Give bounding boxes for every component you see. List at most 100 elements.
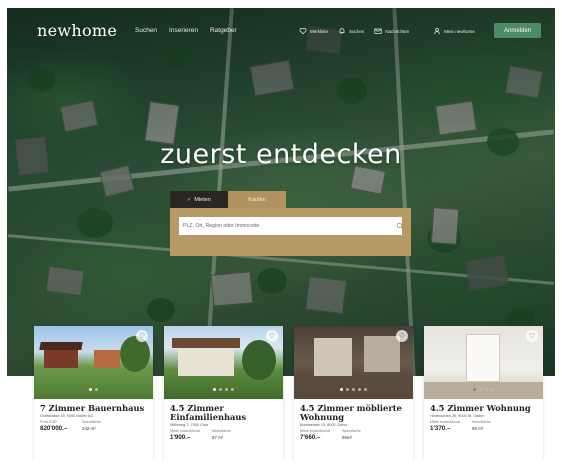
listing-address: Dorfstrasse 15, 9000 Nollen AG (40, 414, 94, 418)
price-value: 820'000.– (40, 425, 68, 432)
area-label: Wohnfläche (342, 429, 361, 433)
tab-mieten[interactable]: ✓ Mieten (170, 191, 228, 208)
heart-icon: ♡ (138, 333, 146, 340)
area-label: Wohnfläche (82, 420, 101, 424)
tab-kaufen[interactable]: Kaufen (228, 191, 286, 208)
price-label: Miete brutto/Monat (430, 420, 460, 424)
carousel-dot[interactable] (485, 388, 488, 391)
carousel-dots (294, 388, 413, 391)
location-search-input[interactable]: PLZ, Ort, Region oder Immocode (179, 217, 402, 235)
listing-photo[interactable]: ♡ (164, 326, 283, 399)
carousel-dot[interactable] (491, 388, 494, 391)
listing-card[interactable]: ♡ 7 Zimmer Bauernhaus Dorfstrasse 15, 90… (34, 326, 153, 460)
area-value: 87 m² (212, 435, 224, 440)
newhome-logo[interactable]: newhome (37, 21, 117, 40)
barn-shape (94, 350, 120, 368)
mail-icon (374, 28, 382, 34)
search-panel: PLZ, Ort, Region oder Immocode (170, 208, 411, 256)
favorite-button[interactable]: ♡ (266, 330, 278, 342)
carousel-dot[interactable] (479, 388, 482, 391)
heart-icon: ♡ (528, 333, 536, 340)
favorite-button[interactable]: ♡ (396, 330, 408, 342)
listing-title[interactable]: 4.5 Zimmer Einfamilienhaus (170, 404, 280, 422)
heart-icon (299, 27, 307, 35)
tab-mieten-label: Mieten (194, 196, 211, 203)
favorite-button[interactable]: ♡ (526, 330, 538, 342)
carousel-dots (164, 388, 283, 391)
carousel-dot[interactable] (364, 388, 367, 391)
roof-shape (172, 338, 240, 348)
listing-card[interactable]: ♡ 4.5 Zimmer möblierte Wohnung Bornweiss… (294, 326, 413, 460)
page-frame: newhome Suchen Inserieren Ratgeber Merkl… (7, 8, 555, 460)
carousel-dot[interactable] (225, 388, 228, 391)
nav-link-inserieren[interactable]: Inserieren (169, 27, 198, 34)
price-value: 7'660.– (300, 434, 321, 441)
user-nav: Merkliste Suchen Nachrichten Mein newhom… (299, 27, 475, 35)
search-tabs: ✓ Mieten Kaufen (170, 191, 286, 208)
carousel-dot[interactable] (352, 388, 355, 391)
listing-photo[interactable]: ♡ (34, 326, 153, 399)
listing-address: Bornweisstr 15, 8002 Zürich (300, 423, 348, 427)
listing-title[interactable]: 7 Zimmer Bauernhaus (40, 404, 150, 413)
area-value: 242 m² (82, 426, 96, 431)
hero-headline: zuerst entdecken (160, 139, 402, 170)
search-icon[interactable] (396, 222, 404, 230)
nav-merkliste[interactable]: Merkliste (299, 27, 328, 35)
hero-aerial-image: newhome Suchen Inserieren Ratgeber Merkl… (7, 8, 555, 376)
carousel-dot[interactable] (213, 388, 216, 391)
login-button[interactable]: Anmelden (494, 23, 541, 38)
doorway-shape (466, 334, 500, 382)
tree-shape (242, 340, 276, 380)
carousel-dot[interactable] (231, 388, 234, 391)
farmhouse-shape (44, 348, 78, 368)
listing-title[interactable]: 4.5 Zimmer möblierte Wohnung (300, 404, 410, 422)
nav-suchen-label: Suchen (349, 28, 365, 34)
carousel-dot[interactable] (340, 388, 343, 391)
nav-mein-newhome[interactable]: Mein newhome (433, 27, 475, 35)
nav-merkliste-label: Merkliste (310, 28, 329, 34)
carousel-dot[interactable] (358, 388, 361, 391)
carousel-dot[interactable] (95, 388, 98, 391)
area-value: 96m² (342, 435, 353, 440)
heart-icon: ♡ (268, 333, 276, 340)
listing-photo[interactable]: ♡ (294, 326, 413, 399)
listing-card[interactable]: ♡ 4.5 Zimmer Einfamilienhaus Mühlweg 7, … (164, 326, 283, 460)
nav-nachrichten[interactable]: Nachrichten (374, 27, 409, 35)
window-shape (364, 336, 400, 372)
nav-link-ratgeber[interactable]: Ratgeber (210, 27, 237, 34)
carousel-dots (424, 388, 543, 391)
listing-title[interactable]: 4.5 Zimmer Wohnung (430, 404, 540, 413)
user-icon (434, 28, 441, 35)
bell-icon (339, 28, 345, 34)
tree-shape (120, 336, 150, 372)
main-nav-links: Suchen Inserieren Ratgeber (135, 27, 237, 34)
window-shape (314, 338, 352, 376)
chalet-shape (178, 346, 234, 376)
heart-icon: ♡ (398, 333, 406, 340)
listing-card[interactable]: ♡ 4.5 Zimmer Wohnung Hinterdorfstr 26, 9… (424, 326, 543, 460)
area-value: 95 m² (472, 426, 484, 431)
top-navigation: newhome Suchen Inserieren Ratgeber Merkl… (7, 8, 555, 52)
listing-photo[interactable]: ♡ (424, 326, 543, 399)
listing-address: Mühlweg 7, 7000 Chur (170, 423, 209, 427)
carousel-dot[interactable] (346, 388, 349, 391)
nav-link-suchen[interactable]: Suchen (135, 27, 157, 34)
nav-suchen-alerts[interactable]: Suchen (338, 27, 364, 35)
favorite-button[interactable]: ♡ (136, 330, 148, 342)
nav-mein-newhome-label: Mein newhome (444, 28, 475, 34)
area-label: Wohnfläche (212, 429, 231, 433)
listing-address: Hinterdorfstr 26, 9000 St. Gallen (430, 414, 485, 418)
price-value: 1'370.– (430, 425, 451, 432)
roof-shape (39, 342, 83, 350)
check-icon: ✓ (187, 196, 192, 203)
area-label: Wohnfläche (472, 420, 491, 424)
price-label: Preis EUR (40, 420, 57, 424)
price-label: Miete brutto/Monat (300, 429, 330, 433)
tab-kaufen-label: Kaufen (248, 196, 266, 203)
carousel-dot[interactable] (219, 388, 222, 391)
carousel-dot[interactable] (89, 388, 92, 391)
carousel-dot[interactable] (473, 388, 476, 391)
price-label: Miete brutto/Monat (170, 429, 200, 433)
carousel-dots (34, 388, 153, 391)
price-value: 1'900.– (170, 434, 191, 441)
